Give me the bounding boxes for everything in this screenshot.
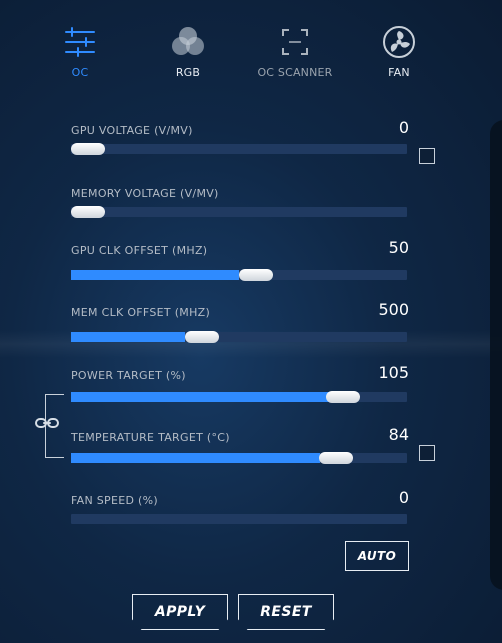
control-row: TEMPERATURE TARGET (°C) 84 <box>0 425 502 481</box>
tab-oc-scanner[interactable]: OC SCANNER <box>250 22 340 88</box>
control-value: 105 <box>378 363 409 382</box>
tab-oc-scanner-label: OC SCANNER <box>257 66 333 79</box>
slider-track[interactable] <box>71 269 407 281</box>
control-label: GPU CLK OFFSET (Mhz) <box>71 244 208 257</box>
control-label: FAN SPEED (%) <box>71 494 158 507</box>
control-value: 0 <box>398 118 409 137</box>
control-row: FAN SPEED (%) 0 <box>0 488 502 544</box>
tab-rgb[interactable]: RGB <box>143 22 233 88</box>
slider-knob[interactable] <box>238 269 273 281</box>
sliders-icon <box>35 22 125 62</box>
tab-oc-label: OC <box>71 66 89 79</box>
slider-track[interactable] <box>71 514 407 524</box>
slider-fill <box>71 453 320 463</box>
checkbox[interactable] <box>419 148 435 164</box>
control-row: POWER TARGET (%) 105 <box>0 363 502 419</box>
control-label: MEMORY VOLTAGE (V/mv) <box>71 187 219 200</box>
control-value: 50 <box>388 238 409 257</box>
slider-knob[interactable] <box>319 452 354 464</box>
reset-button[interactable]: RESET <box>238 594 334 630</box>
slider-fill <box>71 392 330 402</box>
slider-fill <box>71 270 239 280</box>
tab-fan[interactable]: FAN <box>354 22 444 88</box>
control-label: TEMPERATURE TARGET (°C) <box>71 431 230 444</box>
slider-knob[interactable] <box>185 331 220 343</box>
fan-icon <box>354 22 444 62</box>
control-row: MEMORY VOLTAGE (V/mv) <box>0 187 502 237</box>
control-value: 0 <box>398 488 409 507</box>
control-label: GPU VOLTAGE (V/mv) <box>71 124 193 137</box>
tab-oc[interactable]: OC <box>35 22 125 88</box>
slider-track[interactable] <box>71 331 407 343</box>
slider-knob[interactable] <box>71 143 105 155</box>
slider-track[interactable] <box>71 206 407 218</box>
slider-track[interactable] <box>71 391 407 403</box>
slider-track[interactable] <box>71 452 407 464</box>
tab-fan-label: FAN <box>388 66 410 79</box>
control-row: GPU CLK OFFSET (Mhz) 50 <box>0 238 502 294</box>
slider-track[interactable] <box>71 143 407 155</box>
slider-knob[interactable] <box>326 391 361 403</box>
auto-button[interactable]: AUTO <box>345 541 409 571</box>
apply-button[interactable]: APPLY <box>132 594 228 630</box>
control-row: GPU VOLTAGE (V/mv) 0 <box>0 118 502 174</box>
checkbox[interactable] <box>419 445 435 461</box>
control-value: 84 <box>388 425 409 444</box>
link-icon[interactable] <box>34 414 60 432</box>
rgb-icon <box>143 22 233 62</box>
scan-frame-icon <box>250 22 340 62</box>
slider-fill <box>71 332 186 342</box>
control-label: POWER TARGET (%) <box>71 369 186 382</box>
control-row: MEM CLK OFFSET (Mhz) 500 <box>0 300 502 356</box>
top-tabs: OC RGB OC SCANNER FAN <box>0 22 502 92</box>
control-label: MEM CLK OFFSET (Mhz) <box>71 306 211 319</box>
control-value: 500 <box>378 300 409 319</box>
slider-knob[interactable] <box>71 206 105 218</box>
tab-rgb-label: RGB <box>175 66 201 79</box>
